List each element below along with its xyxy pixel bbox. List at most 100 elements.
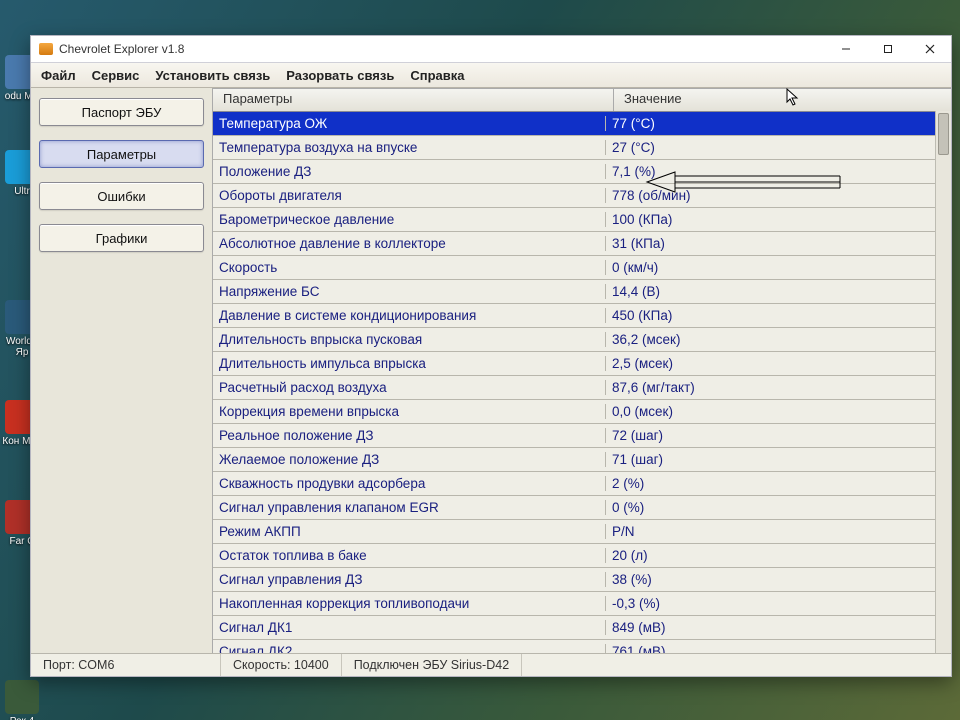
status-speed: Скорость: 10400 <box>221 654 342 676</box>
param-value: 7,1 (%) <box>606 164 951 179</box>
table-row[interactable]: Остаток топлива в баке20 (л) <box>213 544 951 568</box>
param-name: Сигнал ДК1 <box>213 620 606 635</box>
param-value: 0 (км/ч) <box>606 260 951 275</box>
status-port: Порт: COM6 <box>31 654 221 676</box>
status-connection: Подключен ЭБУ Sirius-D42 <box>342 654 522 676</box>
scrollbar-thumb[interactable] <box>938 113 949 155</box>
grid-header: Параметры Значение <box>213 89 951 112</box>
param-name: Накопленная коррекция топливоподачи <box>213 596 606 611</box>
param-value: -0,3 (%) <box>606 596 951 611</box>
menubar: Файл Сервис Установить связь Разорвать с… <box>31 63 951 88</box>
param-name: Сигнал ДК2 <box>213 644 606 653</box>
nav-graphs-button[interactable]: Графики <box>39 224 204 252</box>
param-name: Остаток топлива в баке <box>213 548 606 563</box>
param-value: 849 (мВ) <box>606 620 951 635</box>
param-value: 27 (°C) <box>606 140 951 155</box>
table-row[interactable]: Положение ДЗ7,1 (%) <box>213 160 951 184</box>
app-title: Chevrolet Explorer v1.8 <box>59 42 184 56</box>
table-row[interactable]: Температура ОЖ77 (°C) <box>213 112 951 136</box>
maximize-button[interactable] <box>867 36 909 62</box>
table-row[interactable]: Реальное положение ДЗ72 (шаг) <box>213 424 951 448</box>
table-row[interactable]: Режим АКППP/N <box>213 520 951 544</box>
table-row[interactable]: Сигнал ДК1849 (мВ) <box>213 616 951 640</box>
param-value: 20 (л) <box>606 548 951 563</box>
table-row[interactable]: Барометрическое давление100 (КПа) <box>213 208 951 232</box>
param-name: Сигнал управления клапаном EGR <box>213 500 606 515</box>
table-row[interactable]: Сигнал управления клапаном EGR0 (%) <box>213 496 951 520</box>
table-row[interactable]: Коррекция времени впрыска0,0 (мсек) <box>213 400 951 424</box>
param-value: 100 (КПа) <box>606 212 951 227</box>
param-value: 450 (КПа) <box>606 308 951 323</box>
table-row[interactable]: Скорость0 (км/ч) <box>213 256 951 280</box>
param-name: Температура ОЖ <box>213 116 606 131</box>
param-value: 0 (%) <box>606 500 951 515</box>
param-value: 2 (%) <box>606 476 951 491</box>
menu-help[interactable]: Справка <box>410 68 464 83</box>
app-window: Chevrolet Explorer v1.8 Файл Сервис Уста… <box>30 35 952 677</box>
app-icon <box>39 43 53 55</box>
desktop-icon[interactable]: Рок 4 <box>2 680 42 720</box>
param-name: Длительность импульса впрыска <box>213 356 606 371</box>
table-row[interactable]: Обороты двигателя778 (об/мин) <box>213 184 951 208</box>
param-value: 761 (мВ) <box>606 644 951 653</box>
close-button[interactable] <box>909 36 951 62</box>
table-row[interactable]: Накопленная коррекция топливоподачи-0,3 … <box>213 592 951 616</box>
param-value: 2,5 (мсек) <box>606 356 951 371</box>
param-value: 778 (об/мин) <box>606 188 951 203</box>
nav-pane: Паспорт ЭБУ Параметры Ошибки Графики <box>31 88 212 653</box>
menu-disconnect[interactable]: Разорвать связь <box>286 68 394 83</box>
menu-service[interactable]: Сервис <box>92 68 140 83</box>
table-row[interactable]: Длительность впрыска пусковая36,2 (мсек) <box>213 328 951 352</box>
titlebar[interactable]: Chevrolet Explorer v1.8 <box>31 36 951 63</box>
table-row[interactable]: Напряжение БС14,4 (В) <box>213 280 951 304</box>
col-header-param[interactable]: Параметры <box>213 89 614 111</box>
param-value: 0,0 (мсек) <box>606 404 951 419</box>
minimize-button[interactable] <box>825 36 867 62</box>
param-value: 38 (%) <box>606 572 951 587</box>
param-name: Температура воздуха на впуске <box>213 140 606 155</box>
param-name: Скважность продувки адсорбера <box>213 476 606 491</box>
statusbar: Порт: COM6 Скорость: 10400 Подключен ЭБУ… <box>31 653 951 676</box>
nav-passport-button[interactable]: Паспорт ЭБУ <box>39 98 204 126</box>
col-header-value[interactable]: Значение <box>614 89 951 111</box>
param-name: Обороты двигателя <box>213 188 606 203</box>
param-name: Длительность впрыска пусковая <box>213 332 606 347</box>
param-value: 72 (шаг) <box>606 428 951 443</box>
grid-body[interactable]: Температура ОЖ77 (°C)Температура воздуха… <box>213 112 951 653</box>
param-value: 77 (°C) <box>606 116 951 131</box>
param-value: 14,4 (В) <box>606 284 951 299</box>
param-name: Барометрическое давление <box>213 212 606 227</box>
table-row[interactable]: Сигнал ДК2761 (мВ) <box>213 640 951 653</box>
param-name: Реальное положение ДЗ <box>213 428 606 443</box>
param-name: Абсолютное давление в коллекторе <box>213 236 606 251</box>
table-row[interactable]: Давление в системе кондиционирования450 … <box>213 304 951 328</box>
param-value: 36,2 (мсек) <box>606 332 951 347</box>
table-row[interactable]: Длительность импульса впрыска2,5 (мсек) <box>213 352 951 376</box>
data-pane: Параметры Значение Температура ОЖ77 (°C)… <box>212 88 951 653</box>
param-value: 31 (КПа) <box>606 236 951 251</box>
table-row[interactable]: Температура воздуха на впуске27 (°C) <box>213 136 951 160</box>
table-row[interactable]: Желаемое положение ДЗ71 (шаг) <box>213 448 951 472</box>
param-name: Давление в системе кондиционирования <box>213 308 606 323</box>
nav-errors-button[interactable]: Ошибки <box>39 182 204 210</box>
table-row[interactable]: Расчетный расход воздуха87,6 (мг/такт) <box>213 376 951 400</box>
param-value: 87,6 (мг/такт) <box>606 380 951 395</box>
nav-params-button[interactable]: Параметры <box>39 140 204 168</box>
param-value: 71 (шаг) <box>606 452 951 467</box>
param-name: Сигнал управления ДЗ <box>213 572 606 587</box>
table-row[interactable]: Сигнал управления ДЗ38 (%) <box>213 568 951 592</box>
param-name: Положение ДЗ <box>213 164 606 179</box>
param-name: Расчетный расход воздуха <box>213 380 606 395</box>
vertical-scrollbar[interactable] <box>935 111 951 653</box>
table-row[interactable]: Скважность продувки адсорбера2 (%) <box>213 472 951 496</box>
param-name: Желаемое положение ДЗ <box>213 452 606 467</box>
param-name: Напряжение БС <box>213 284 606 299</box>
param-name: Скорость <box>213 260 606 275</box>
table-row[interactable]: Абсолютное давление в коллекторе31 (КПа) <box>213 232 951 256</box>
desktop-background: odu MA Ultr World - Яр Кон Мен Far С Рок… <box>0 0 960 720</box>
param-name: Режим АКПП <box>213 524 606 539</box>
param-name: Коррекция времени впрыска <box>213 404 606 419</box>
param-value: P/N <box>606 524 951 539</box>
menu-connect[interactable]: Установить связь <box>155 68 270 83</box>
menu-file[interactable]: Файл <box>41 68 76 83</box>
